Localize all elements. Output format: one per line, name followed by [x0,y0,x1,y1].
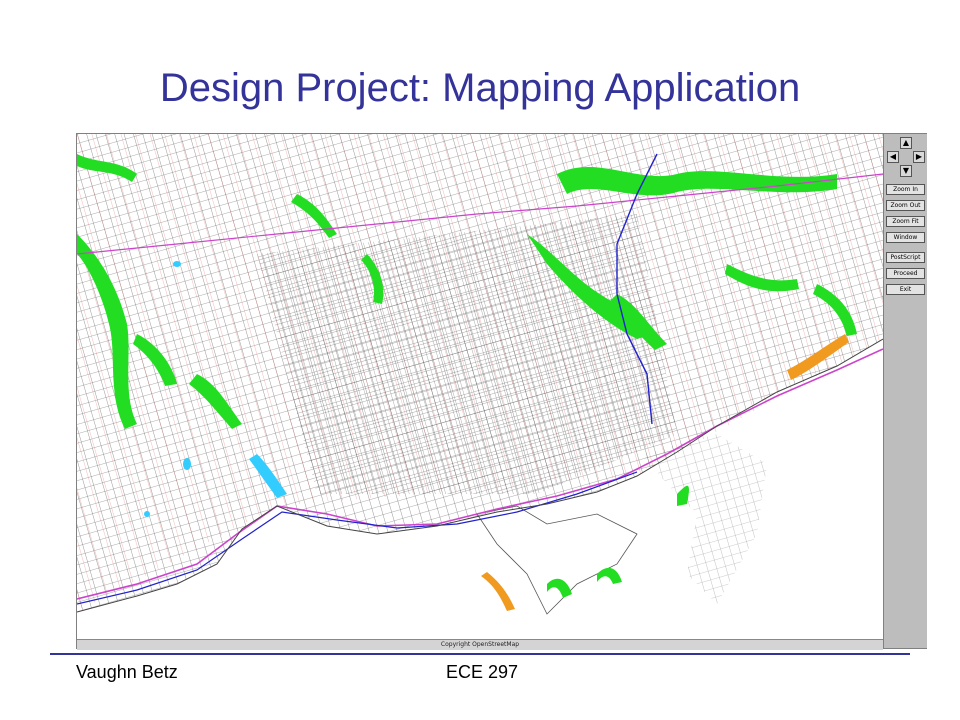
residential-area [77,134,883,612]
zoom-in-button[interactable]: Zoom In [886,184,925,195]
pan-left-button[interactable]: ◀ [887,151,899,163]
map-graphic [77,134,883,615]
copyright-bar: Copyright OpenStreetMap [77,639,883,650]
zoom-fit-button[interactable]: Zoom Fit [886,216,925,227]
map-canvas[interactable] [77,134,883,639]
footer-divider [50,653,910,655]
pan-arrow-pad: ▲ ◀ ▶ ▼ [886,137,926,181]
proceed-button[interactable]: Proceed [886,268,925,279]
zoom-out-button[interactable]: Zoom Out [886,200,925,211]
pan-right-button[interactable]: ▶ [913,151,925,163]
control-panel: ▲ ◀ ▶ ▼ Zoom In Zoom Out Zoom Fit Window… [883,134,927,648]
pan-down-button[interactable]: ▼ [900,165,912,177]
window-button[interactable]: Window [886,232,925,243]
exit-button[interactable]: Exit [886,284,925,295]
port-lands [642,434,767,604]
pan-up-button[interactable]: ▲ [900,137,912,149]
footer-course: ECE 297 [446,662,519,682]
mapping-app-window: Copyright OpenStreetMap ▲ ◀ ▶ ▼ Zoom In … [76,133,927,650]
slide-title: Design Project: Mapping Application [159,66,801,110]
postscript-button[interactable]: PostScript [886,252,925,263]
footer-author: Vaughn Betz [76,662,178,682]
